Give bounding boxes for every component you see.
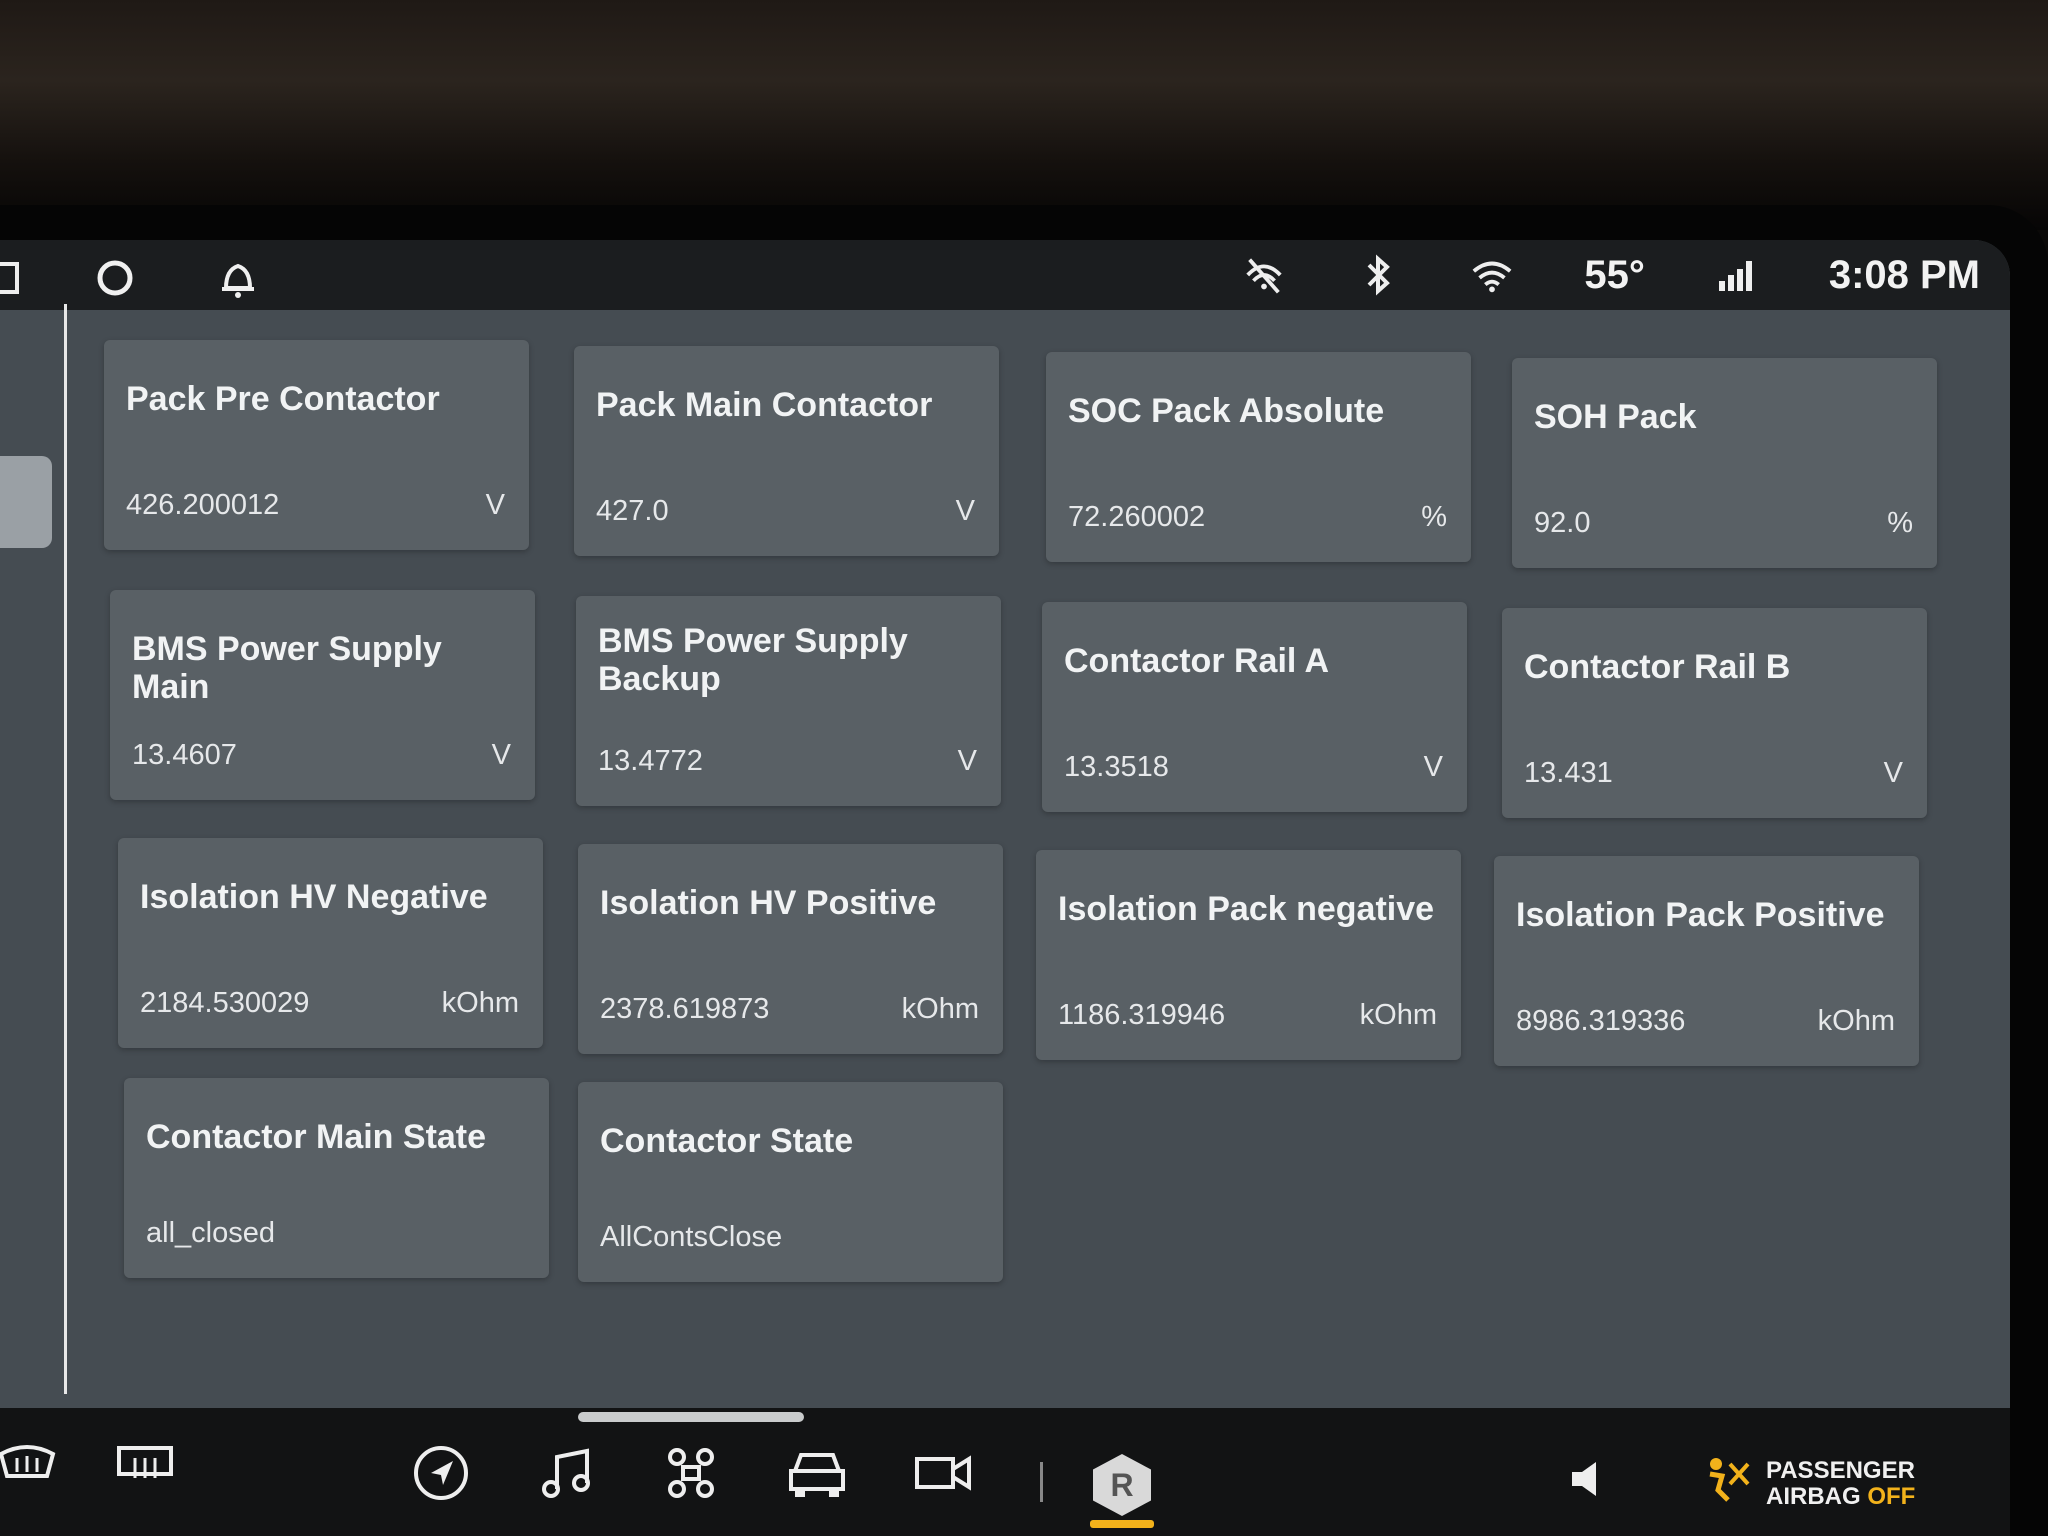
status-bar: 55° 3:08 PM [0,240,2010,310]
bluetooth-icon [1356,253,1400,297]
tile-value: 2184.530029 [140,987,310,1019]
tile-contactor-rail-b[interactable]: Contactor Rail B 13.431 V [1502,608,1927,818]
wifi-icon [1470,253,1514,297]
airbag-word: AIRBAG [1766,1482,1868,1510]
no-signal-icon [1242,253,1286,297]
clock: 3:08 PM [1828,252,1980,297]
tile-title: Isolation Pack negative [1058,890,1435,928]
tile-title: Contactor Main State [146,1118,487,1156]
tile-title: Isolation Pack Positive [1516,896,1885,934]
tile-unit: V [1883,757,1903,789]
tile-title: SOH Pack [1534,398,1697,436]
background-wall [0,0,2048,230]
tile-value: 92.0 [1534,507,1591,539]
tile-unit: kOhm [1359,999,1437,1031]
airbag-off-word: OFF [1867,1482,1916,1510]
dock-separator [1040,1462,1043,1502]
tile-value: 72.260002 [1068,501,1206,533]
tile-title: BMS Power Supply Backup [598,622,908,698]
front-defrost-icon[interactable] [110,1430,180,1500]
tile-contactor-main-state[interactable]: Contactor Main State all_closed [124,1078,549,1278]
tile-contactor-rail-a[interactable]: Contactor Rail A 13.3518 V [1042,602,1467,812]
tile-unit: V [957,745,977,777]
tile-soc-pack-absolute[interactable]: SOC Pack Absolute 72.260002 % [1046,352,1471,562]
tile-value: 13.431 [1524,757,1613,789]
status-right-cluster: 55° 3:08 PM [1242,240,1980,310]
tile-value: 13.4772 [598,745,703,777]
side-nav-divider [64,304,67,1394]
tile-unit: kOhm [1817,1005,1895,1037]
tile-value: 8986.319336 [1516,1005,1686,1037]
alexa-ring-icon[interactable] [95,258,135,298]
tile-value: 2378.619873 [600,993,770,1025]
active-app-indicator [1090,1520,1154,1528]
tile-title: Pack Main Contactor [596,386,933,424]
airbag-line-1: PASSENGER [1766,1456,1915,1484]
tile-value: AllContsClose [600,1221,783,1253]
bell-icon[interactable] [218,258,258,298]
volume-icon[interactable] [1554,1444,1624,1514]
tile-value: 426.200012 [126,489,280,521]
tile-isolation-pack-negative[interactable]: Isolation Pack negative 1186.319946 kOhm [1036,850,1461,1060]
side-nav-selected-tab[interactable] [0,456,52,548]
tile-unit: % [1421,501,1447,533]
airbag-line-2: AIRBAG OFF [1766,1482,1916,1510]
tile-title: Pack Pre Contactor [126,380,440,418]
infotainment-screen: 55° 3:08 PM Pack Pre Contactor 426.20001… [0,240,2010,1536]
tile-isolation-pack-positive[interactable]: Isolation Pack Positive 8986.319336 kOhm [1494,856,1919,1066]
tile-contactor-state[interactable]: Contactor State AllContsClose [578,1082,1003,1282]
tile-unit: V [485,489,505,521]
controls-icon[interactable] [656,1438,726,1508]
tile-pack-pre-contactor[interactable]: Pack Pre Contactor 426.200012 V [104,340,529,550]
navigation-icon[interactable] [406,1438,476,1508]
tile-unit: kOhm [441,987,519,1019]
passenger-airbag-status: PASSENGER AIRBAG OFF [1700,1454,1915,1513]
tile-unit: % [1887,507,1913,539]
temperature-readout: 55° [1584,252,1645,297]
music-icon[interactable] [532,1438,602,1508]
tile-isolation-hv-positive[interactable]: Isolation HV Positive 2378.619873 kOhm [578,844,1003,1054]
tile-unit: kOhm [901,993,979,1025]
lte-signal-icon [1715,253,1759,297]
tile-pack-main-contactor[interactable]: Pack Main Contactor 427.0 V [574,346,999,556]
display-icon[interactable] [0,258,26,298]
tile-bms-power-supply-main[interactable]: BMS Power Supply Main 13.4607 V [110,590,535,800]
tile-title: Isolation HV Positive [600,884,937,922]
airbag-label: PASSENGER AIRBAG OFF [1766,1456,1916,1510]
home-indicator[interactable] [578,1412,804,1422]
tile-title: Contactor Rail B [1524,648,1791,686]
tile-unit: V [491,739,511,771]
tile-bms-power-supply-backup[interactable]: BMS Power Supply Backup 13.4772 V [576,596,1001,806]
tile-value: 13.3518 [1064,751,1169,783]
vehicle-icon[interactable] [782,1438,852,1508]
tile-value: 427.0 [596,495,669,527]
rear-defrost-icon[interactable] [0,1430,62,1500]
camera-icon[interactable] [908,1438,978,1508]
tile-isolation-hv-negative[interactable]: Isolation HV Negative 2184.530029 kOhm [118,838,543,1048]
tile-soh-pack[interactable]: SOH Pack 92.0 % [1512,358,1937,568]
tile-title: BMS Power Supply Main [132,630,442,706]
tile-title: Isolation HV Negative [140,878,488,916]
tile-unit: V [955,495,975,527]
tile-value: all_closed [146,1217,275,1249]
tile-title: SOC Pack Absolute [1068,392,1385,430]
tile-value: 13.4607 [132,739,237,771]
airbag-icon [1700,1454,1754,1513]
tile-title: Contactor Rail A [1064,642,1330,680]
tile-value: 1186.319946 [1058,999,1226,1031]
tile-title: Contactor State [600,1122,854,1160]
tile-unit: V [1423,751,1443,783]
